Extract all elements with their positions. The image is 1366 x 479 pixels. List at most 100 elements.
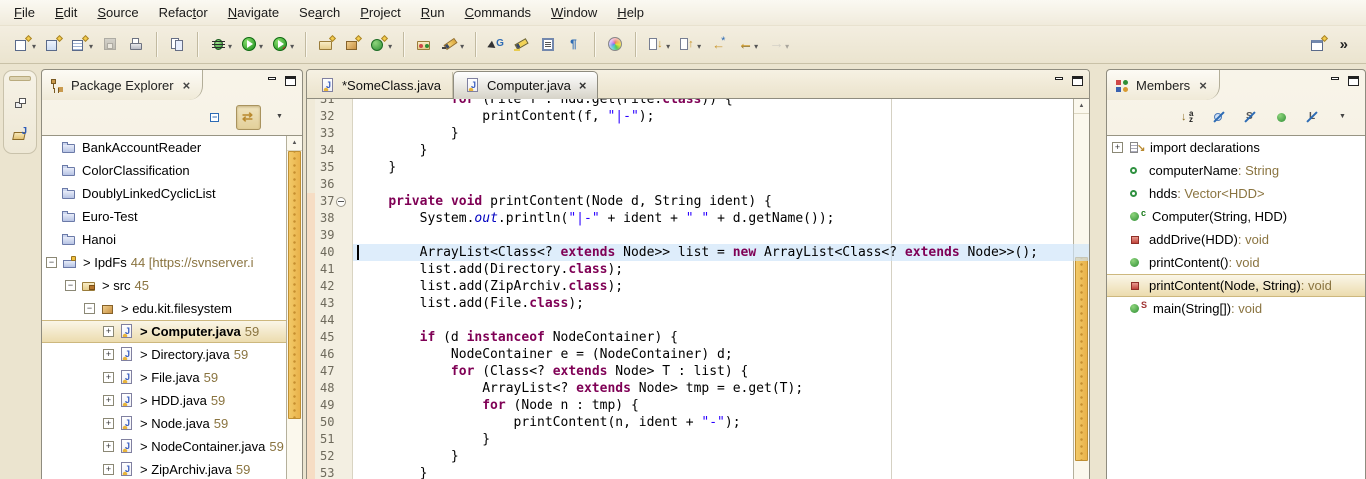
menu-help[interactable]: Help (607, 1, 654, 24)
code-line[interactable]: 41 list.add(Directory.class); (307, 261, 1089, 278)
tree-expander-icon[interactable]: − (84, 303, 95, 314)
hide-fields-button[interactable] (1208, 106, 1231, 129)
tree-item[interactable]: +> Computer.java59 (42, 320, 302, 343)
source-frame-button[interactable] (537, 31, 560, 59)
dropdown-arrow-icon[interactable] (228, 36, 232, 54)
tree-expander-icon[interactable]: + (103, 441, 114, 452)
tree-expander-icon[interactable]: + (103, 349, 114, 360)
dropdown-arrow-icon[interactable] (697, 36, 701, 54)
menu-window[interactable]: Window (541, 1, 607, 24)
tree-expander-icon[interactable]: + (103, 395, 114, 406)
code-line[interactable]: 40 ArrayList<Class<? extends Node>> list… (307, 244, 1089, 261)
view-menu-button[interactable] (269, 106, 292, 129)
open-type-button[interactable] (413, 31, 436, 59)
tree-expander-icon[interactable]: − (65, 280, 76, 291)
code-line[interactable]: 38 System.out.println("|-" + ident + " "… (307, 210, 1089, 227)
new-package-button[interactable] (341, 31, 364, 59)
menu-run[interactable]: Run (411, 1, 455, 24)
tree-expander-icon[interactable]: + (103, 464, 114, 475)
code-line[interactable]: 49 for (Node n : tmp) { (307, 397, 1089, 414)
member-item[interactable]: printContent() : void (1107, 251, 1365, 274)
code-area[interactable]: 31 for (File f : hdd.get(File.class)) {3… (307, 99, 1089, 479)
toolbar-overflow-chevron[interactable]: » (1330, 36, 1358, 53)
tree-item[interactable]: −> edu.kit.filesystem (42, 297, 302, 320)
code-line[interactable]: 46 NodeContainer e = (NodeContainer) d; (307, 346, 1089, 363)
code-line[interactable]: 48 ArrayList<? extends Node> tmp = e.get… (307, 380, 1089, 397)
dropdown-arrow-icon[interactable] (290, 36, 294, 54)
editor-tab[interactable]: Computer.java× (453, 71, 598, 99)
tree-item[interactable]: Hanoi (42, 228, 302, 251)
code-line[interactable]: 37 private void printContent(Node d, Str… (307, 193, 1089, 210)
code-line[interactable]: 36 (307, 176, 1089, 193)
minimize-button[interactable] (1331, 76, 1340, 86)
maximize-button[interactable] (1348, 76, 1359, 86)
run-button[interactable] (238, 31, 266, 59)
member-item[interactable]: printContent(Node, String) : void (1107, 274, 1365, 297)
run-external-button[interactable] (269, 31, 297, 59)
dropdown-arrow-icon[interactable] (388, 36, 392, 54)
tree-item[interactable]: +> Node.java59 (42, 412, 302, 435)
code-line[interactable]: 34 } (307, 142, 1089, 159)
menu-search[interactable]: Search (289, 1, 350, 24)
code-line[interactable]: 43 list.add(File.class); (307, 295, 1089, 312)
scroll-up-icon[interactable]: ▲ (287, 136, 302, 151)
tree-item[interactable]: −> src45 (42, 274, 302, 297)
scrollbar-thumb[interactable] (288, 151, 301, 419)
new-resource-button[interactable] (42, 31, 65, 59)
back-button[interactable] (733, 31, 761, 59)
menu-edit[interactable]: Edit (45, 1, 87, 24)
close-icon[interactable]: × (183, 78, 191, 93)
tree-item[interactable]: BankAccountReader (42, 136, 302, 159)
link-editor-button[interactable] (236, 105, 261, 130)
tree-item[interactable]: +> Directory.java59 (42, 343, 302, 366)
package-explorer-tab[interactable]: Package Explorer × (42, 70, 203, 100)
hide-local-button[interactable] (1301, 106, 1324, 129)
code-line[interactable]: 52 } (307, 448, 1089, 465)
close-icon[interactable]: × (1199, 78, 1207, 93)
sort-button[interactable] (1177, 106, 1200, 129)
copy-pages-button[interactable] (166, 31, 189, 59)
maximize-button[interactable] (1072, 76, 1083, 86)
member-item[interactable]: Smain(String[]) : void (1107, 297, 1365, 320)
code-line[interactable]: 42 list.add(ZipArchiv.class); (307, 278, 1089, 295)
dropdown-arrow-icon[interactable] (32, 36, 36, 54)
fold-collapse-icon[interactable] (336, 197, 346, 207)
dropdown-arrow-icon[interactable] (460, 36, 464, 54)
member-item[interactable]: hdds : Vector<HDD> (1107, 182, 1365, 205)
tree-expander-icon[interactable]: + (103, 418, 114, 429)
dropdown-arrow-icon[interactable] (666, 36, 670, 54)
pilcrow-button[interactable] (563, 31, 586, 59)
minimize-button[interactable] (1055, 76, 1064, 86)
tree-item[interactable]: +> ZipArchiv.java59 (42, 458, 302, 479)
new-view-button[interactable] (68, 31, 96, 59)
new-wizard-button[interactable] (11, 31, 39, 59)
menu-file[interactable]: File (4, 1, 45, 24)
maximize-button[interactable] (285, 76, 296, 86)
menu-refactor[interactable]: Refactor (149, 1, 218, 24)
member-item[interactable]: computerName : String (1107, 159, 1365, 182)
show-public-button[interactable] (1270, 106, 1293, 129)
color-ball-button[interactable] (604, 31, 627, 59)
code-line[interactable]: 45 if (d instanceof NodeContainer) { (307, 329, 1089, 346)
tree-expander-icon[interactable]: + (103, 326, 114, 337)
member-item[interactable]: cComputer(String, HDD) (1107, 205, 1365, 228)
tree-item[interactable]: DoublyLinkedCyclicList (42, 182, 302, 205)
highlighter-button[interactable] (511, 31, 534, 59)
code-line[interactable]: 33 } (307, 125, 1089, 142)
goto-marker-button[interactable] (485, 31, 508, 59)
menu-source[interactable]: Source (87, 1, 148, 24)
last-edit-button[interactable] (707, 31, 730, 59)
search-button[interactable] (439, 31, 467, 59)
member-item[interactable]: addDrive(HDD) : void (1107, 228, 1365, 251)
tree-item[interactable]: +> NodeContainer.java59 (42, 435, 302, 458)
restore-view-icon[interactable] (12, 95, 29, 112)
code-line[interactable]: 39 (307, 227, 1089, 244)
print-button[interactable] (125, 31, 148, 59)
tray-drag-handle[interactable] (9, 76, 31, 81)
tree-item[interactable]: ColorClassification (42, 159, 302, 182)
dropdown-arrow-icon[interactable] (754, 36, 758, 54)
menu-navigate[interactable]: Navigate (218, 1, 289, 24)
minimize-button[interactable] (268, 76, 277, 86)
member-expander-icon[interactable]: + (1112, 142, 1123, 153)
tree-expander-icon[interactable]: − (46, 257, 57, 268)
